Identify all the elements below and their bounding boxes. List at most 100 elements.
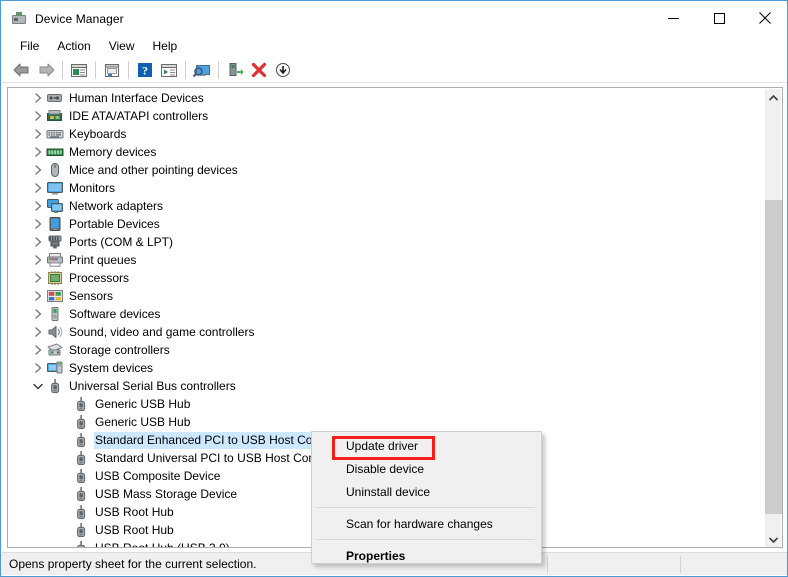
scan-display-icon[interactable] — [190, 58, 214, 82]
title-bar: Device Manager — [2, 2, 787, 35]
chevron-right-icon[interactable] — [30, 107, 46, 125]
tree-node-label: Network adapters — [69, 198, 164, 213]
menu-action[interactable]: Action — [48, 37, 99, 56]
tree-node[interactable]: Memory devices — [8, 143, 760, 161]
tree-node[interactable]: Software devices — [8, 305, 760, 323]
scrollbar-thumb[interactable] — [765, 199, 782, 514]
chevron-right-icon[interactable] — [30, 125, 46, 143]
tree-node-label: USB Mass Storage Device — [95, 486, 238, 501]
tree-node[interactable]: Universal Serial Bus controllers — [8, 377, 760, 395]
sound-icon — [46, 324, 64, 340]
tree-node-label: Generic USB Hub — [95, 396, 191, 411]
context-menu[interactable]: Update driver Disable device Uninstall dev… — [311, 431, 542, 564]
toolbar-separator — [218, 60, 219, 79]
tree-node[interactable]: Human Interface Devices — [8, 89, 760, 107]
close-button[interactable] — [742, 2, 787, 34]
tree-node[interactable]: Generic USB Hub — [8, 413, 760, 431]
minimize-button[interactable] — [650, 2, 696, 34]
tree-node-label: Software devices — [69, 306, 161, 321]
usb-device-icon — [72, 522, 90, 538]
chevron-right-icon[interactable] — [30, 287, 46, 305]
tree-node[interactable]: Network adapters — [8, 197, 760, 215]
forward-icon[interactable] — [34, 58, 58, 82]
chevron-right-icon[interactable] — [30, 251, 46, 269]
chevron-right-icon[interactable] — [30, 197, 46, 215]
expander-placeholder — [56, 431, 72, 449]
window-title: Device Manager — [35, 11, 124, 26]
chevron-right-icon[interactable] — [30, 341, 46, 359]
tree-node[interactable]: IDE ATA/ATAPI controllers — [8, 107, 760, 125]
tree-node[interactable]: Ports (COM & LPT) — [8, 233, 760, 251]
scroll-up-icon[interactable] — [765, 89, 782, 106]
tree-node[interactable]: Monitors — [8, 179, 760, 197]
tree-node-label: System devices — [69, 360, 154, 375]
chevron-right-icon[interactable] — [30, 269, 46, 287]
tree-node[interactable]: Sound, video and game controllers — [8, 323, 760, 341]
chevron-right-icon[interactable] — [30, 89, 46, 107]
properties-icon[interactable] — [100, 58, 124, 82]
chevron-down-icon[interactable] — [30, 377, 46, 395]
chevron-right-icon[interactable] — [30, 323, 46, 341]
usb-device-icon — [72, 396, 90, 412]
context-menu-item[interactable]: Properties — [312, 544, 541, 567]
toolbar-separator — [185, 60, 186, 79]
menu-file[interactable]: File — [11, 37, 48, 56]
expander-placeholder — [56, 521, 72, 539]
tree-node-label: Portable Devices — [69, 216, 160, 231]
device-manager-icon — [11, 11, 27, 27]
usb-device-icon — [72, 432, 90, 448]
context-menu-item[interactable]: Update driver — [312, 434, 541, 457]
status-pane-3 — [680, 556, 787, 573]
toolbar-separator — [95, 60, 96, 79]
chevron-right-icon[interactable] — [30, 359, 46, 377]
tree-node-label: USB Root Hub — [95, 522, 174, 537]
tree-node[interactable]: Portable Devices — [8, 215, 760, 233]
tree-node[interactable]: Keyboards — [8, 125, 760, 143]
usb-device-icon — [72, 504, 90, 520]
chevron-right-icon[interactable] — [30, 233, 46, 251]
chevron-right-icon[interactable] — [30, 161, 46, 179]
tree-node[interactable]: System devices — [8, 359, 760, 377]
tree-node-label: Monitors — [69, 180, 116, 195]
show-hide-console-tree-icon[interactable] — [67, 58, 91, 82]
chevron-right-icon[interactable] — [30, 215, 46, 233]
maximize-button[interactable] — [696, 2, 742, 34]
tree-node[interactable]: Processors — [8, 269, 760, 287]
usb-device-icon — [72, 540, 90, 547]
tree-node[interactable]: Generic USB Hub — [8, 395, 760, 413]
tree-node[interactable]: Sensors — [8, 287, 760, 305]
tree-node[interactable]: Storage controllers — [8, 341, 760, 359]
chevron-right-icon[interactable] — [30, 143, 46, 161]
chevron-right-icon[interactable] — [30, 179, 46, 197]
printer-icon — [46, 252, 64, 268]
expander-placeholder — [56, 485, 72, 503]
context-menu-item[interactable]: Disable device — [312, 457, 541, 480]
menu-view[interactable]: View — [100, 37, 144, 56]
update-driver-icon[interactable] — [223, 58, 247, 82]
help-icon[interactable]: ? — [133, 58, 157, 82]
toolbar-separator — [62, 60, 63, 79]
tree-node-label: Print queues — [69, 252, 137, 267]
expander-placeholder — [56, 503, 72, 521]
tree-node[interactable]: Mice and other pointing devices — [8, 161, 760, 179]
vertical-scrollbar[interactable] — [764, 89, 782, 547]
network-adapter-icon — [46, 198, 64, 214]
scroll-down-icon[interactable] — [765, 531, 782, 547]
context-menu-item[interactable]: Uninstall device — [312, 480, 541, 503]
tree-node-label: Human Interface Devices — [69, 90, 204, 105]
context-menu-item[interactable]: Scan for hardware changes — [312, 512, 541, 535]
disable-device-icon[interactable] — [271, 58, 295, 82]
chevron-right-icon[interactable] — [30, 305, 46, 323]
uninstall-device-icon[interactable] — [247, 58, 271, 82]
hid-icon — [46, 90, 64, 106]
tree-node[interactable]: Print queues — [8, 251, 760, 269]
back-icon[interactable] — [10, 58, 34, 82]
menu-help[interactable]: Help — [144, 37, 187, 56]
action-pane-icon[interactable] — [157, 58, 181, 82]
tree-node-label: USB Root Hub — [95, 504, 174, 519]
monitor-icon — [46, 180, 64, 196]
expander-placeholder — [56, 467, 72, 485]
usb-device-icon — [72, 450, 90, 466]
menu-bar: File Action View Help — [2, 35, 787, 57]
tree-node-label: Ports (COM & LPT) — [69, 234, 174, 249]
